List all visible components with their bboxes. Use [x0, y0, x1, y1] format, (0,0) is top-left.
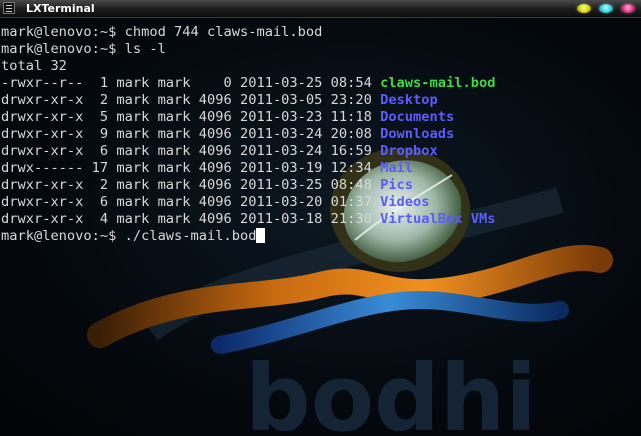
blue-swirl: [211, 290, 569, 354]
terminal-line: -rwxr--r-- 1 mark mark 0 2011-03-25 08:5…: [1, 75, 495, 92]
terminal-output: mark@lenovo:~$ chmod 744 claws-mail.bod m…: [1, 24, 495, 245]
window-title: LXTerminal: [26, 2, 95, 15]
terminal-line: mark@lenovo:~$ ls -l: [1, 41, 495, 58]
line-text: drwxr-xr-x 2 mark mark 4096 2011-03-25 0…: [1, 177, 381, 193]
directory-name: VirtualBox VMs: [380, 211, 496, 227]
line-text: drwxr-xr-x 9 mark mark 4096 2011-03-24 2…: [1, 126, 381, 142]
terminal-line: drwxr-xr-x 2 mark mark 4096 2011-03-25 0…: [1, 177, 495, 194]
terminal-area[interactable]: bodhi mark@lenovo:~$ chmod 744 claws-mai…: [0, 18, 641, 436]
line-text: drwxr-xr-x 2 mark mark 4096 2011-03-05 2…: [1, 92, 381, 108]
terminal-line: drwxr-xr-x 6 mark mark 4096 2011-03-20 0…: [1, 194, 495, 211]
directory-name: Documents: [380, 109, 455, 125]
directory-name: Desktop: [380, 92, 438, 108]
maximize-button[interactable]: [599, 4, 613, 13]
line-text: mark@lenovo:~$ chmod 744 claws-mail.bod: [1, 24, 323, 40]
line-text: drwx------ 17 mark mark 4096 2011-03-19 …: [1, 160, 381, 176]
terminal-line: mark@lenovo:~$ chmod 744 claws-mail.bod: [1, 24, 495, 41]
line-text: drwxr-xr-x 4 mark mark 4096 2011-03-18 2…: [1, 211, 381, 227]
terminal-line: drwxr-xr-x 4 mark mark 4096 2011-03-18 2…: [1, 211, 495, 228]
line-text: -rwxr--r-- 1 mark mark 0 2011-03-25 08:5…: [1, 75, 381, 91]
line-text: total 32: [1, 58, 67, 74]
bodhi-logo-text: bodhi: [245, 345, 537, 436]
directory-name: Pics: [380, 177, 414, 193]
terminal-line: mark@lenovo:~$ ./claws-mail.bod: [1, 228, 495, 245]
line-text: mark@lenovo:~$ ./claws-mail.bod: [1, 228, 257, 244]
terminal-line: drwx------ 17 mark mark 4096 2011-03-19 …: [1, 160, 495, 177]
directory-name: Videos: [380, 194, 430, 210]
title-bar[interactable]: LXTerminal: [0, 0, 641, 18]
line-text: drwxr-xr-x 6 mark mark 4096 2011-03-24 1…: [1, 143, 381, 159]
text-cursor: [256, 228, 266, 243]
close-button[interactable]: [621, 4, 635, 13]
terminal-line: total 32: [1, 58, 495, 75]
terminal-line: drwxr-xr-x 6 mark mark 4096 2011-03-24 1…: [1, 143, 495, 160]
lxterminal-window: LXTerminal bodhi mark@lenovo:~$ chmod 74…: [0, 0, 641, 436]
directory-name: Dropbox: [380, 143, 438, 159]
executable-name: claws-mail.bod: [380, 75, 496, 91]
terminal-icon[interactable]: [3, 2, 15, 14]
line-text: drwxr-xr-x 5 mark mark 4096 2011-03-23 1…: [1, 109, 381, 125]
terminal-line: drwxr-xr-x 2 mark mark 4096 2011-03-05 2…: [1, 92, 495, 109]
terminal-line: drwxr-xr-x 9 mark mark 4096 2011-03-24 2…: [1, 126, 495, 143]
minimize-button[interactable]: [577, 4, 591, 13]
terminal-line: drwxr-xr-x 5 mark mark 4096 2011-03-23 1…: [1, 109, 495, 126]
directory-name: Mail: [380, 160, 414, 176]
directory-name: Downloads: [380, 126, 455, 142]
line-text: mark@lenovo:~$ ls -l: [1, 41, 166, 57]
line-text: drwxr-xr-x 6 mark mark 4096 2011-03-20 0…: [1, 194, 381, 210]
